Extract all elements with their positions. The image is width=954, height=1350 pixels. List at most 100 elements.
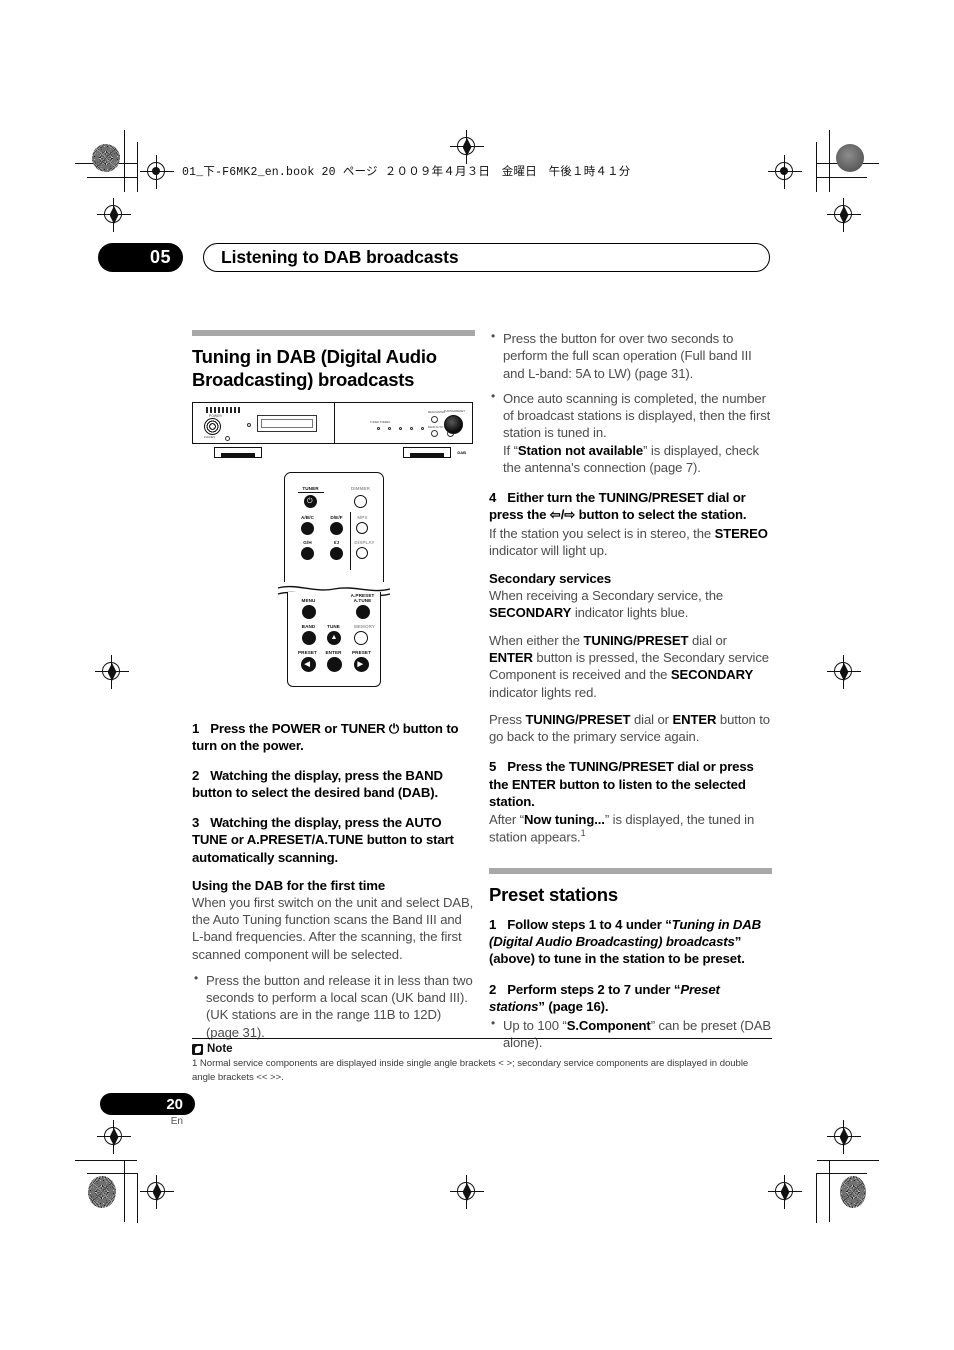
remote-label-def: D/E/F <box>330 514 343 520</box>
standby-led-icon <box>247 422 251 427</box>
page-language-label: En <box>170 1116 183 1127</box>
remote-button-band <box>301 630 316 645</box>
remote-button-gh <box>300 546 314 560</box>
preset-step-1-a: Follow steps 1 to 4 under “ <box>507 917 672 933</box>
remote-label-abc: A/B/C <box>300 514 314 520</box>
remote-label-underline <box>297 491 324 493</box>
list-item: Press the button and release it in less … <box>192 971 475 1041</box>
step-2-text: Watching the display, press the BAND but… <box>192 767 443 801</box>
crop-line <box>817 1173 867 1175</box>
page-number-badge: 20 <box>100 1093 195 1115</box>
remote-label-menu: MENU <box>301 597 316 603</box>
crop-line <box>816 142 818 192</box>
note-divider <box>192 1038 772 1040</box>
step-5-body-bold: Now tuning... <box>523 811 605 827</box>
tuning-preset-dial-icon <box>444 414 463 434</box>
device-small-button-icon <box>225 435 230 441</box>
crop-line <box>829 1160 831 1222</box>
step-5-text: Press the TUNING/PRESET dial or press th… <box>489 759 754 809</box>
registration-mark <box>95 655 129 689</box>
remote-button-ij <box>329 546 343 560</box>
indicator-dot-icon <box>421 426 424 430</box>
registration-mark <box>827 655 861 689</box>
remote-button-apreset-atune <box>355 604 370 619</box>
device-foot <box>214 446 262 458</box>
step-4-number: 4 <box>489 490 497 506</box>
crop-line <box>816 1173 818 1223</box>
tuner-front-panel-illustration: POWER PHONES TUNED STEREO MENU ENTER BAN… <box>192 401 473 458</box>
crop-line <box>137 1173 139 1223</box>
preset-bullet-bold: S.Component <box>566 1017 651 1033</box>
remote-button-def <box>329 521 343 535</box>
remote-label-display: DISPLAY <box>354 539 375 545</box>
step-3: 3 Watching the display, press the AUTO TU… <box>192 814 475 865</box>
remote-button-enter <box>326 656 342 672</box>
crop-line <box>829 130 831 192</box>
menu-button-icon <box>431 415 438 423</box>
bullet2-part1: Once auto scanning is completed, the num… <box>503 390 771 441</box>
left-column: Tuning in DAB (Digital Audio Broadcastin… <box>192 330 475 1049</box>
bullet2-bold: Station not available <box>517 442 644 458</box>
remote-button-tune-up: ▲ <box>326 630 341 645</box>
crop-line <box>817 177 867 179</box>
note-block: Note 1 Normal service components are dis… <box>192 1038 772 1084</box>
crop-line <box>124 130 126 192</box>
registration-mark <box>768 155 802 189</box>
secondary-paragraph-3: Press TUNING/PRESET dial or ENTER button… <box>489 711 772 746</box>
step-1-text: Press the POWER or TUNER ⏻ button to tur… <box>192 720 459 753</box>
list-item: Press the button for over two seconds to… <box>489 329 772 382</box>
remote-label-mpx: MPX <box>357 514 368 520</box>
remote-button-display <box>355 546 368 559</box>
crop-line <box>75 1160 137 1162</box>
secondary-p1-bold: SECONDARY <box>489 605 572 621</box>
registration-mark <box>827 198 861 232</box>
pioneer-logo-icon <box>206 406 242 413</box>
remote-button-preset-left: ◀ <box>300 656 316 672</box>
chapter-title: Listening to DAB broadcasts <box>203 243 770 272</box>
device-dab-badge: DAB <box>457 449 466 455</box>
scan-bullet-list: Press the button for over two seconds to… <box>489 329 772 476</box>
step-3-text: Watching the display, press the AUTO TUN… <box>192 815 454 865</box>
step-4-body-pre: If the station you select is in stereo, … <box>489 525 715 541</box>
remote-label-tuner: TUNER <box>302 485 319 491</box>
secondary-p1-post: indicator lights blue. <box>571 605 689 621</box>
remote-button-abc <box>300 521 314 535</box>
registration-mark <box>450 1175 484 1209</box>
density-patch <box>92 144 120 172</box>
preset-bullet-pre: Up to 100 “ <box>503 1017 567 1033</box>
registration-mark <box>140 1175 174 1209</box>
preset-step-1-number: 1 <box>489 917 497 933</box>
secondary-p3-c: dial or <box>630 711 673 727</box>
preset-step-2-a: Perform steps 2 to 7 under “ <box>507 981 681 997</box>
remote-label-gh: G/H <box>303 539 312 545</box>
density-patch <box>836 144 864 172</box>
step-5: 5 Press the TUNING/PRESET dial or press t… <box>489 758 772 809</box>
secondary-p2-b1: TUNING/PRESET <box>583 632 689 648</box>
registration-mark <box>97 198 131 232</box>
step-2: 2 Watching the display, press the BAND bu… <box>192 767 475 801</box>
page-title: Tuning in DAB (Digital Audio Broadcastin… <box>192 346 437 391</box>
indicator-dot-icon <box>410 426 413 430</box>
device-power-label: POWER <box>209 413 223 418</box>
step-4-body-bold: STEREO <box>714 525 768 541</box>
secondary-p2-c: dial or <box>688 632 727 648</box>
remote-button-mpx <box>355 521 368 534</box>
preset-step-2-number: 2 <box>489 981 497 997</box>
remote-label-preset-left: PRESET <box>298 649 317 655</box>
device-indicator-label: TUNED STEREO <box>370 420 391 424</box>
secondary-p2-a: When either the <box>489 632 584 648</box>
secondary-p2-b3: SECONDARY <box>670 667 754 683</box>
registration-mark <box>140 155 174 189</box>
remote-label-band: BAND <box>301 623 316 629</box>
print-header-filename: 01_下-F6MK2_en.book 20 ページ ２００９年４月３日 金曜日 … <box>182 166 631 179</box>
section-rule <box>489 867 772 874</box>
band-button-icon <box>431 429 438 437</box>
step-1-number: 1 <box>192 720 200 736</box>
step-3-number: 3 <box>192 815 200 831</box>
remote-label-tune-up: TUNE <box>327 623 340 629</box>
crop-line <box>817 1160 879 1162</box>
subsection-first-time-body: When you first switch on the unit and se… <box>192 894 474 962</box>
subsection-secondary-heading: Secondary services <box>489 571 612 587</box>
chapter-number-badge: 05 <box>98 243 183 272</box>
subsection-first-time-heading: Using the DAB for the first time <box>192 877 386 893</box>
